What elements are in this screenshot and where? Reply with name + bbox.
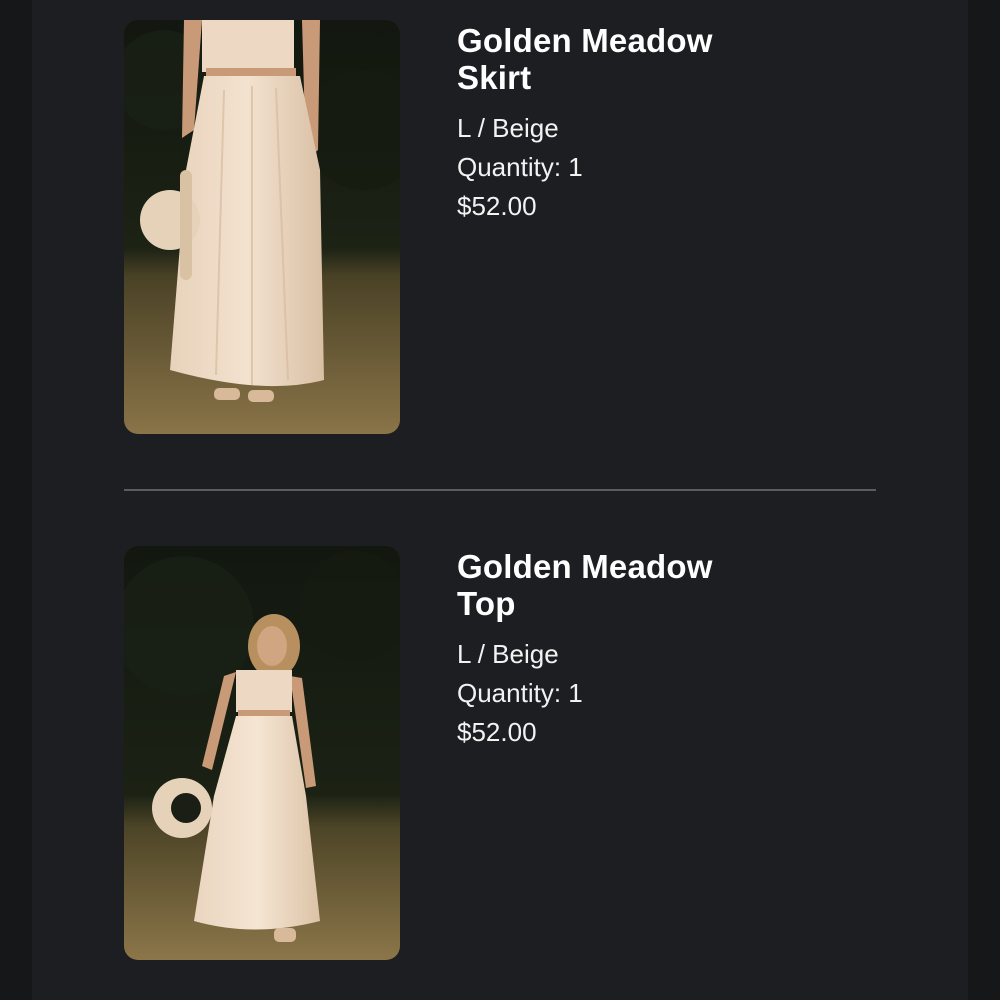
variant-label: L / Beige xyxy=(457,639,559,669)
variant-label: L / Beige xyxy=(457,113,559,143)
quantity-label: Quantity: 1 xyxy=(457,678,583,708)
top-photo-illustration xyxy=(124,546,400,960)
item-divider xyxy=(124,489,876,491)
price-label: $52.00 xyxy=(457,717,537,747)
order-summary-panel: Golden Meadow Skirt L / Beige Quantity: … xyxy=(32,0,968,1000)
product-title[interactable]: Golden Meadow Skirt xyxy=(457,22,777,96)
skirt-photo-illustration xyxy=(124,20,400,434)
product-photo-top[interactable] xyxy=(124,546,400,960)
product-title[interactable]: Golden Meadow Top xyxy=(457,548,777,622)
page: Golden Meadow Skirt L / Beige Quantity: … xyxy=(0,0,1000,1000)
item-details: Golden Meadow Skirt L / Beige Quantity: … xyxy=(457,20,777,226)
price-label: $52.00 xyxy=(457,191,537,221)
quantity-label: Quantity: 1 xyxy=(457,152,583,182)
item-details: Golden Meadow Top L / Beige Quantity: 1 … xyxy=(457,546,777,752)
product-photo-skirt[interactable] xyxy=(124,20,400,434)
